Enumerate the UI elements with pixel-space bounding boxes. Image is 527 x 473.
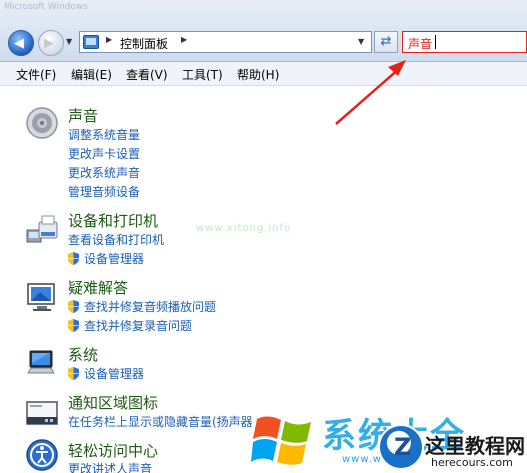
computer-icon[interactable] bbox=[25, 345, 59, 379]
windows-logo-icon bbox=[251, 416, 311, 465]
address-dropdown-icon[interactable]: ▼ bbox=[358, 37, 364, 46]
section-title[interactable]: 声音 bbox=[68, 105, 98, 126]
uac-shield-icon bbox=[68, 252, 79, 265]
task-link[interactable]: 管理音频设备 bbox=[68, 183, 140, 200]
section-title[interactable]: 设备和打印机 bbox=[68, 210, 158, 231]
task-link[interactable]: 调整系统音量 bbox=[68, 126, 140, 143]
task-link[interactable]: 设备管理器 bbox=[68, 250, 144, 267]
task-link[interactable]: 在任务栏上显示或隐藏音量(扬声器 bbox=[68, 413, 253, 430]
faint-watermark-text: www.xitong.info bbox=[196, 223, 292, 234]
search-input[interactable]: 声音 bbox=[402, 31, 527, 53]
task-link[interactable]: 更改声卡设置 bbox=[68, 145, 140, 162]
menu-help[interactable]: 帮助(H) bbox=[237, 66, 279, 83]
ease-of-access-icon[interactable] bbox=[25, 438, 59, 472]
uac-shield-icon bbox=[68, 319, 79, 332]
navigation-bar: ◀ ▶ ▼ ▶ 控制面板 ▶ ▼ ⇄ 声音 bbox=[0, 22, 527, 62]
section-title[interactable]: 疑难解答 bbox=[68, 277, 128, 298]
uac-shield-icon bbox=[68, 300, 79, 313]
window-title: Microsoft Windows bbox=[4, 2, 88, 12]
brand-title: 这里教程网 bbox=[425, 434, 525, 458]
breadcrumb-chevron-icon[interactable]: ▶ bbox=[181, 35, 187, 44]
recent-pages-dropdown-icon[interactable]: ▼ bbox=[66, 37, 72, 46]
breadcrumb-control-panel[interactable]: 控制面板 bbox=[120, 35, 168, 52]
brand-badge-glyph: Z bbox=[394, 433, 412, 461]
task-link-label: 查找并修复音频播放问题 bbox=[84, 300, 217, 314]
section-title[interactable]: 系统 bbox=[68, 344, 98, 365]
forward-button[interactable]: ▶ bbox=[38, 30, 64, 56]
menu-view[interactable]: 查看(V) bbox=[126, 66, 168, 83]
task-link[interactable]: 更改系统声音 bbox=[68, 164, 140, 181]
text-caret bbox=[435, 35, 436, 49]
window-title-bar: Microsoft Windows bbox=[0, 0, 527, 22]
forward-arrow-icon: ▶ bbox=[44, 36, 54, 51]
brand-url: herecours.com bbox=[431, 456, 513, 469]
menu-tools[interactable]: 工具(T) bbox=[182, 66, 223, 83]
task-link[interactable]: 设备管理器 bbox=[68, 365, 144, 382]
task-link-label: 设备管理器 bbox=[84, 252, 145, 266]
menu-edit[interactable]: 编辑(E) bbox=[71, 66, 112, 83]
menu-file[interactable]: 文件(F) bbox=[16, 66, 56, 83]
brand-badge-icon: Z bbox=[378, 424, 424, 470]
troubleshoot-icon[interactable] bbox=[25, 280, 59, 314]
section-title[interactable]: 通知区域图标 bbox=[68, 392, 158, 413]
address-bar[interactable]: ▶ 控制面板 ▶ ▼ bbox=[79, 31, 372, 53]
search-value: 声音 bbox=[408, 37, 433, 51]
uac-shield-icon bbox=[68, 367, 79, 380]
refresh-icon: ⇄ bbox=[380, 34, 392, 49]
task-link[interactable]: 查看设备和打印机 bbox=[68, 231, 164, 248]
back-arrow-icon: ◀ bbox=[14, 36, 24, 51]
printer-icon[interactable] bbox=[25, 212, 59, 246]
back-button[interactable]: ◀ bbox=[8, 30, 34, 56]
breadcrumb-chevron-icon[interactable]: ▶ bbox=[106, 35, 112, 44]
control-panel-icon bbox=[83, 35, 99, 49]
menu-bar: 文件(F) 编辑(E) 查看(V) 工具(T) 帮助(H) bbox=[0, 62, 527, 86]
notification-area-icon[interactable] bbox=[25, 397, 59, 431]
task-link[interactable]: 查找并修复音频播放问题 bbox=[68, 298, 216, 315]
task-link-label: 设备管理器 bbox=[84, 367, 145, 381]
task-link[interactable]: 查找并修复录音问题 bbox=[68, 317, 192, 334]
speaker-icon[interactable] bbox=[25, 106, 59, 140]
section-title[interactable]: 轻松访问中心 bbox=[68, 440, 158, 461]
task-link[interactable]: 更改讲述人声音 bbox=[68, 460, 152, 473]
task-link-label: 查找并修复录音问题 bbox=[84, 319, 193, 333]
refresh-button[interactable]: ⇄ bbox=[374, 31, 398, 53]
